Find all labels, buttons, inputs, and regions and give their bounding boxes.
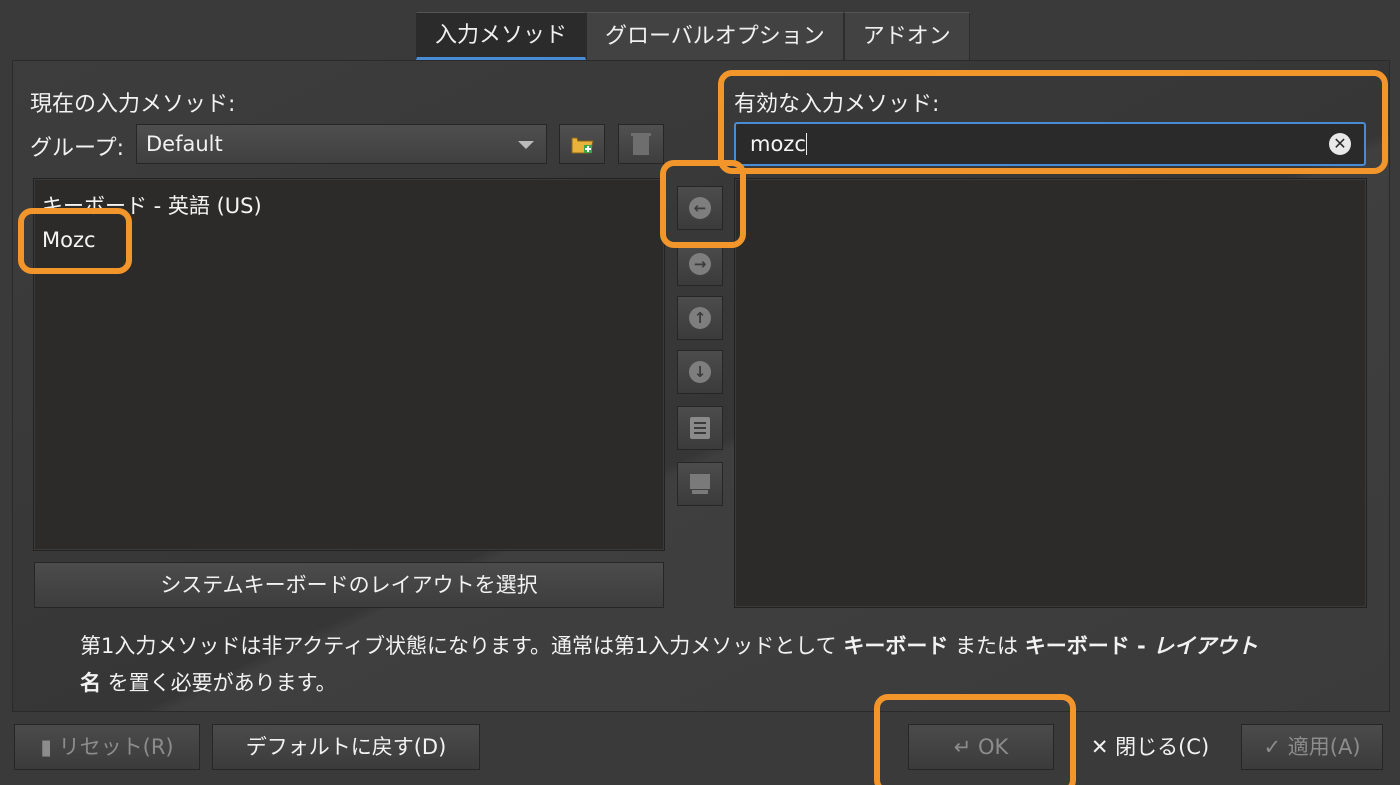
notice-keyword-italic: レイアウト [1153, 634, 1259, 658]
text-cursor [805, 133, 807, 155]
chevron-down-icon [518, 141, 534, 149]
layout-preview-button[interactable] [677, 462, 723, 506]
ok-label: OK [977, 735, 1009, 759]
search-input-value: mozc [750, 132, 806, 156]
trash-icon [631, 133, 651, 155]
arrow-down-icon: ↓ [689, 361, 711, 383]
move-down-button[interactable]: ↓ [677, 350, 723, 394]
arrow-up-icon: ↑ [689, 307, 711, 329]
tab-bar: 入力メソッド グローバルオプション アドオン [416, 12, 970, 60]
search-input[interactable]: mozc ✕ [734, 122, 1366, 166]
monitor-icon [690, 474, 710, 494]
clear-icon[interactable]: ✕ [1329, 133, 1351, 155]
current-input-methods-list [33, 178, 665, 551]
move-up-button[interactable]: ↑ [677, 296, 723, 340]
group-label: グループ: [30, 136, 125, 161]
arrow-right-icon: → [689, 253, 711, 275]
configure-button[interactable] [677, 406, 723, 450]
notice-text: または [948, 634, 1025, 658]
tab-input-method[interactable]: 入力メソッド [416, 12, 587, 60]
tab-addons[interactable]: アドオン [843, 12, 970, 60]
close-label: 閉じる(C) [1115, 735, 1210, 759]
document-icon [690, 417, 710, 439]
close-button[interactable]: ✕ 閉じる(C) [1070, 724, 1230, 770]
first-method-notice: 第1入力メソッドは非アクティブ状態になります。通常は第1入力メソッドとして キー… [80, 628, 1360, 702]
current-input-methods-title: 現在の入力メソッド: [30, 92, 236, 117]
apply-button[interactable]: ✓ 適用(A) [1241, 724, 1383, 770]
ok-button[interactable]: ↵ OK [908, 724, 1054, 770]
list-item-keyboard-us[interactable]: キーボード - 英語 (US) [42, 190, 262, 220]
check-icon: ✓ [1263, 735, 1282, 759]
close-icon: ✕ [1090, 735, 1109, 759]
notice-text: を置く必要があります。 [101, 671, 337, 695]
apply-label: 適用(A) [1287, 735, 1361, 759]
arrow-left-icon: ← [689, 197, 711, 219]
brush-icon: ▮ [40, 735, 52, 759]
select-system-layout-button[interactable]: システムキーボードのレイアウトを選択 [34, 562, 664, 608]
list-item-mozc[interactable]: Mozc [42, 228, 96, 252]
folder-add-icon [571, 137, 594, 154]
tab-global-options[interactable]: グローバルオプション [586, 12, 844, 60]
return-icon: ↵ [953, 735, 972, 759]
group-select-value: Default [146, 132, 223, 156]
add-group-button[interactable] [559, 124, 605, 164]
group-select[interactable]: Default [136, 124, 547, 164]
remove-from-current-button[interactable]: → [677, 242, 723, 286]
notice-keyword: キーボード [843, 634, 949, 658]
reset-button[interactable]: ▮ リセット(R) [14, 724, 200, 770]
delete-group-button[interactable] [618, 124, 664, 164]
available-input-methods-list [734, 178, 1367, 608]
reset-label: リセット(R) [58, 735, 174, 759]
available-input-methods-title: 有効な入力メソッド: [734, 92, 940, 117]
notice-keyword: 名 [80, 671, 101, 695]
notice-text: 第1入力メソッドは非アクティブ状態になります。通常は第1入力メソッドとして [80, 634, 844, 658]
notice-keyword: キーボード - [1024, 634, 1154, 658]
restore-defaults-button[interactable]: デフォルトに戻す(D) [212, 724, 480, 770]
add-to-current-button[interactable]: ← [677, 186, 723, 230]
